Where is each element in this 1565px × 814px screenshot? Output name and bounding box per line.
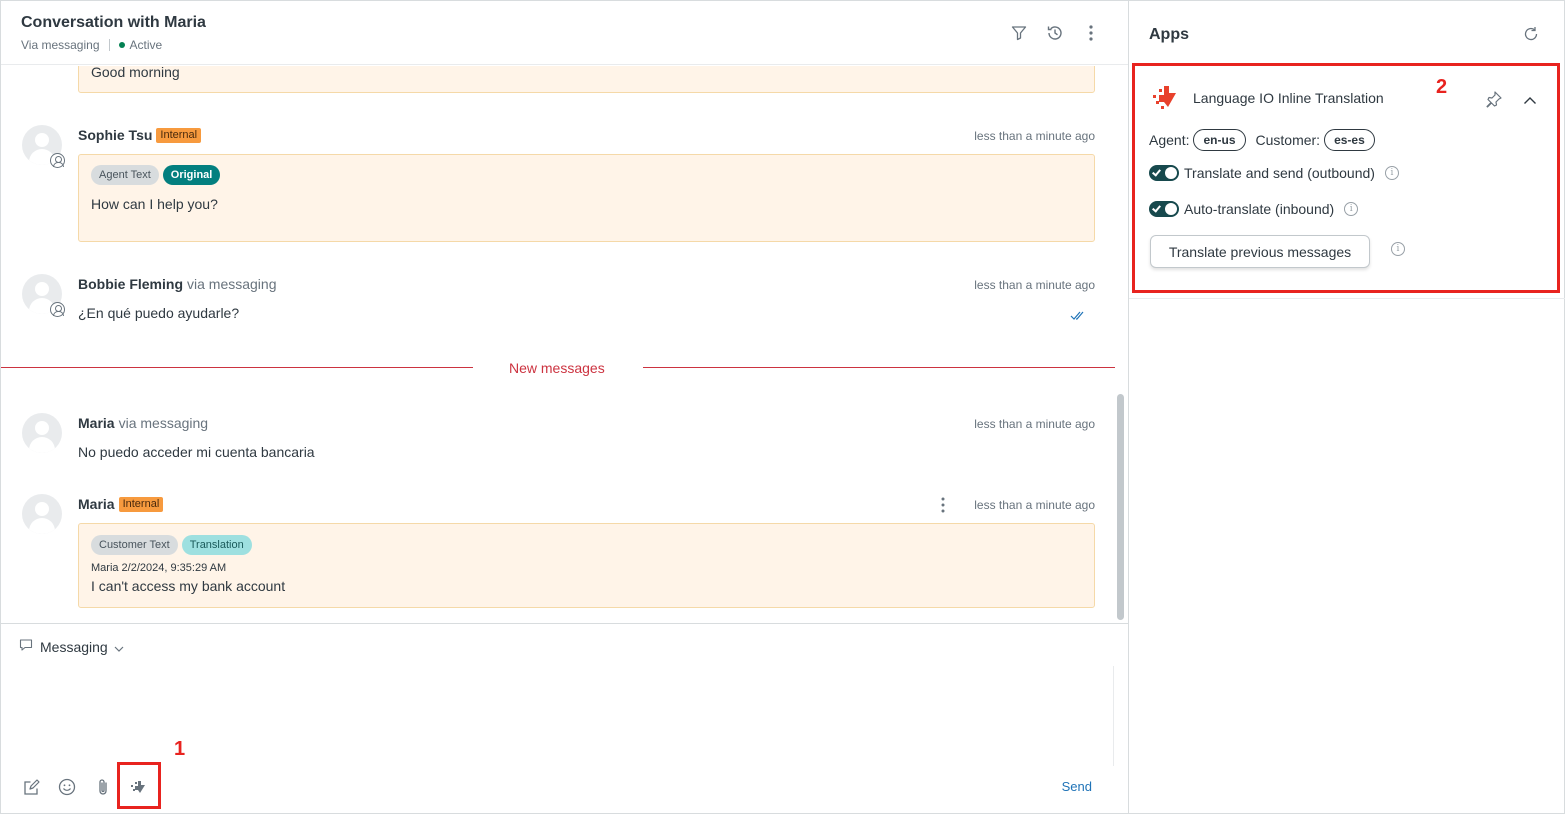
emoji-icon[interactable] — [57, 777, 77, 797]
message-text: How can I help you? — [91, 196, 218, 212]
highlight-box-1 — [117, 762, 161, 809]
internal-tag: Internal — [156, 127, 202, 143]
message-text: Good morning — [91, 66, 180, 80]
annotation-2: 2 — [1436, 76, 1448, 98]
pill-group: Customer Text Translation — [91, 535, 256, 555]
message-feed[interactable]: Good morning Sophie Tsu Internal less th… — [1, 66, 1128, 623]
status-dot — [118, 42, 125, 48]
pill-customer-text: Customer Text — [91, 535, 178, 555]
new-messages-divider-left — [1, 367, 473, 368]
sender-via: via messaging — [118, 415, 209, 431]
conversation-pane: Conversation with Maria Via messaging Ac… — [1, 1, 1129, 813]
send-button[interactable]: Send — [1062, 779, 1092, 794]
channel-selector[interactable]: Messaging — [19, 638, 131, 655]
message-bubble: Agent Text Original How can I help you? — [78, 154, 1095, 242]
message-sender: Maria Internal — [78, 496, 164, 512]
pill-agent-text: Agent Text — [91, 165, 159, 185]
pill-group: Agent Text Original — [91, 165, 224, 185]
message-sender: Maria via messaging — [78, 415, 208, 431]
read-receipt-icon — [1070, 308, 1086, 326]
composer-scrollbar[interactable] — [1113, 666, 1114, 766]
new-messages-divider-right — [643, 367, 1115, 368]
message-time: less than a minute ago — [974, 417, 1095, 431]
attachment-icon[interactable] — [93, 777, 113, 797]
message-time: less than a minute ago — [974, 498, 1095, 512]
conversation-subtitle: Via messaging Active — [21, 38, 162, 52]
channel-label: Messaging — [40, 638, 108, 655]
sender-name: Maria — [78, 496, 115, 512]
compose-icon[interactable] — [21, 777, 41, 797]
avatar — [22, 413, 62, 453]
chat-bubble-icon — [19, 638, 40, 655]
message-meta: Maria 2/2/2024, 9:35:29 AM — [91, 562, 227, 574]
chevron-down-icon — [114, 639, 131, 655]
message-text: ¿En qué puedo ayudarle? — [78, 305, 240, 321]
status-label: Active — [129, 38, 163, 52]
message-time: less than a minute ago — [974, 278, 1095, 292]
composer: Messaging Send — [1, 623, 1128, 813]
sender-name: Maria — [78, 415, 115, 431]
conversation-header: Conversation with Maria Via messaging Ac… — [1, 1, 1128, 65]
conversation-title: Conversation with Maria — [21, 14, 206, 31]
internal-tag: Internal — [118, 496, 164, 512]
avatar — [22, 494, 62, 534]
filter-icon[interactable] — [1009, 23, 1029, 43]
message-sender: Sophie Tsu Internal — [78, 127, 202, 143]
new-messages-label: New messages — [509, 360, 605, 376]
agent-badge-icon — [50, 153, 65, 168]
pill-original: Original — [162, 165, 221, 185]
message-bubble: Customer Text Translation Maria 2/2/2024,… — [78, 523, 1095, 608]
sender-name: Sophie Tsu — [78, 127, 153, 143]
highlight-box-2 — [1132, 63, 1560, 293]
refresh-icon[interactable] — [1523, 26, 1539, 47]
message-text: I can't access my bank account — [91, 578, 286, 594]
message-bubble: Good morning — [78, 66, 1095, 93]
message-text: No puedo acceder mi cuenta bancaria — [78, 444, 315, 460]
sender-via: via messaging — [187, 276, 277, 292]
message-more-icon[interactable] — [941, 497, 945, 518]
apps-pane: Apps Language IO Inline Translation Agen… — [1129, 1, 1565, 813]
message-time: less than a minute ago — [974, 129, 1095, 143]
sender-name: Bobbie Fleming — [78, 276, 183, 292]
agent-badge-icon — [50, 302, 65, 317]
history-icon[interactable] — [1045, 23, 1065, 43]
divider — [108, 39, 110, 51]
apps-title: Apps — [1149, 26, 1189, 43]
annotation-1: 1 — [174, 738, 186, 760]
channel-via: Via messaging — [21, 38, 100, 52]
app-divider — [1129, 298, 1565, 299]
feed-scrollbar-thumb[interactable] — [1117, 394, 1124, 620]
message-sender: Bobbie Fleming via messaging — [78, 276, 277, 292]
app-window: Conversation with Maria Via messaging Ac… — [0, 0, 1565, 814]
more-vertical-icon[interactable] — [1081, 23, 1101, 43]
pill-translation: Translation — [181, 535, 252, 555]
